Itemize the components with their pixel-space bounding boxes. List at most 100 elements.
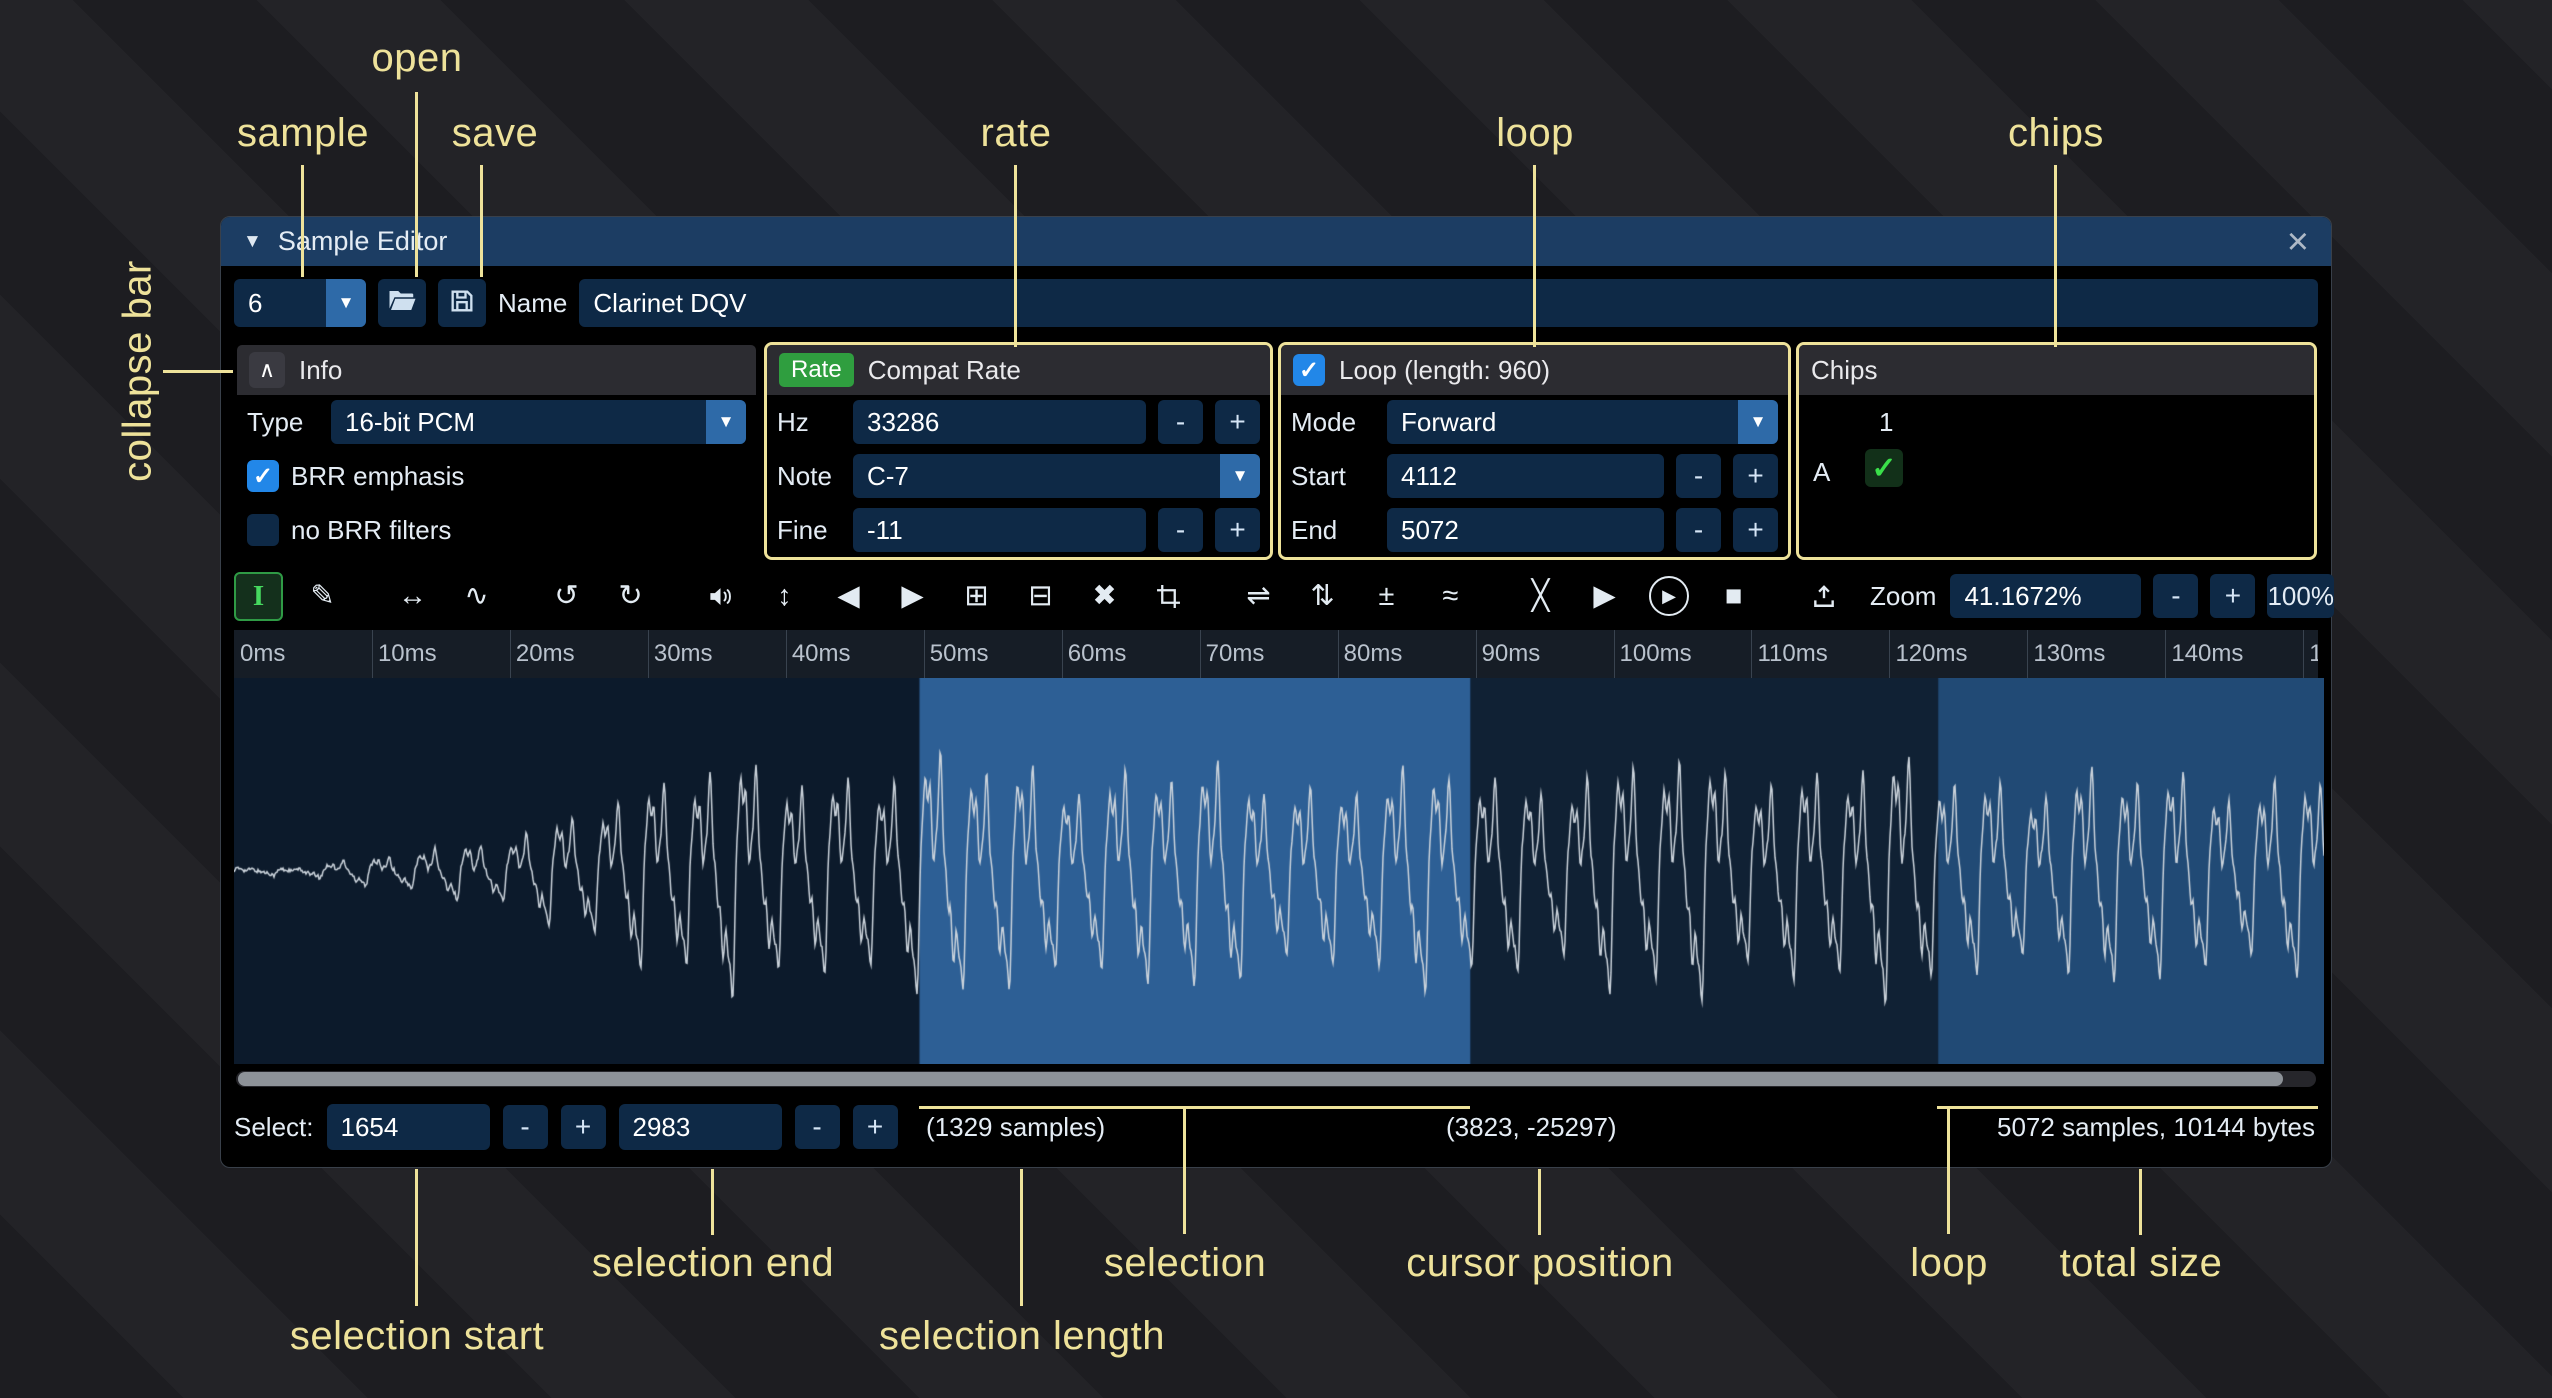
- redo-icon[interactable]: ↻: [606, 572, 655, 621]
- annotation-line: [480, 165, 483, 277]
- insert-silence-icon[interactable]: ⊞: [952, 572, 1001, 621]
- ruler-tick: 150: [2309, 640, 2318, 668]
- note-dropdown[interactable]: C-7 ▼: [853, 454, 1260, 498]
- resample-icon[interactable]: ∿: [452, 572, 501, 621]
- selection-length-text: (1329 samples): [926, 1112, 1105, 1143]
- normalize-icon[interactable]: ↕: [760, 572, 809, 621]
- waveform-scrollbar[interactable]: [236, 1071, 2316, 1087]
- collapse-bar-button[interactable]: ∧: [249, 352, 285, 388]
- selection-end-decrease-button[interactable]: -: [795, 1105, 840, 1149]
- waveform-display[interactable]: [234, 678, 2324, 1064]
- zoom-decrease-button[interactable]: -: [2153, 574, 2198, 618]
- close-icon[interactable]: ×: [2287, 223, 2309, 261]
- loop-end-decrease-button[interactable]: -: [1676, 508, 1721, 552]
- annotation-selection-end: selection end: [592, 1241, 834, 1286]
- waveform-area: [234, 678, 2318, 1064]
- save-button[interactable]: [438, 279, 486, 327]
- invert-icon[interactable]: ⇅: [1298, 572, 1347, 621]
- annotation-bracket: [919, 1106, 1470, 1109]
- loop-end-increase-button[interactable]: +: [1733, 508, 1778, 552]
- hz-increase-button[interactable]: +: [1215, 400, 1260, 444]
- crossfade-loop-points-icon[interactable]: ╳: [1516, 572, 1565, 621]
- zoom-input[interactable]: [1950, 574, 2141, 618]
- loop-end-input[interactable]: [1387, 508, 1664, 552]
- selection-end-increase-button[interactable]: +: [853, 1105, 898, 1149]
- selection-start-increase-button[interactable]: +: [561, 1105, 606, 1149]
- floppy-save-icon: [448, 287, 476, 320]
- ruler-tick: 20ms: [516, 640, 575, 668]
- brr-emphasis-checkbox[interactable]: ✓: [247, 460, 279, 492]
- signed-unsigned-icon[interactable]: ±: [1362, 572, 1411, 621]
- titlebar[interactable]: ▼ Sample Editor ×: [221, 217, 2331, 266]
- annotation-collapse-bar: collapse bar: [116, 260, 161, 482]
- ruler-tick: 10ms: [378, 640, 437, 668]
- loop-start-increase-button[interactable]: +: [1733, 454, 1778, 498]
- resize-icon[interactable]: ↔: [388, 572, 437, 621]
- annotation-sample: sample: [237, 111, 369, 156]
- sample-number-value: 6: [234, 288, 326, 319]
- ruler-tick: 140ms: [2171, 640, 2243, 668]
- open-button[interactable]: [378, 279, 426, 327]
- annotation-chips: chips: [2008, 111, 2104, 156]
- zoom-increase-button[interactable]: +: [2210, 574, 2255, 618]
- fade-in-icon[interactable]: ◀: [824, 572, 873, 621]
- ruler-tick: 40ms: [792, 640, 851, 668]
- info-header[interactable]: ∧ Info: [237, 345, 756, 395]
- annotation-line: [1014, 165, 1017, 347]
- window-collapse-icon[interactable]: ▼: [243, 231, 262, 253]
- sample-number-dropdown[interactable]: 6 ▼: [234, 279, 366, 327]
- loop-start-decrease-button[interactable]: -: [1676, 454, 1721, 498]
- delete-icon[interactable]: ✖: [1080, 572, 1129, 621]
- no-brr-filters-checkbox[interactable]: [247, 514, 279, 546]
- name-input[interactable]: [579, 279, 2318, 327]
- edit-mode-select-icon[interactable]: I: [234, 572, 283, 621]
- hz-decrease-button[interactable]: -: [1158, 400, 1203, 444]
- annotation-total-size: total size: [2060, 1241, 2223, 1286]
- zoom-reset-button[interactable]: 100%: [2267, 574, 2334, 618]
- selection-start-input[interactable]: [327, 1104, 490, 1150]
- panels-row: ∧ Info Type 16-bit PCM ▼ ✓ BRR emphasis: [221, 342, 2331, 560]
- reverse-icon[interactable]: ⇌: [1234, 572, 1283, 621]
- sample-editor-window: ▼ Sample Editor × 6 ▼ Name ∧ Info: [220, 216, 2332, 1168]
- trim-icon[interactable]: [1144, 572, 1193, 621]
- loop-mode-dropdown[interactable]: Forward ▼: [1387, 400, 1778, 444]
- annotation-line: [415, 1169, 418, 1306]
- selection-start-decrease-button[interactable]: -: [503, 1105, 548, 1149]
- apply-silence-icon[interactable]: ⊟: [1016, 572, 1065, 621]
- select-label: Select:: [234, 1112, 314, 1143]
- ruler-tick: 90ms: [1482, 640, 1541, 668]
- ruler-tick: 30ms: [654, 640, 713, 668]
- chip-enable-checkbox[interactable]: ✓: [1865, 449, 1903, 487]
- fine-input[interactable]: [853, 508, 1146, 552]
- preview-icon[interactable]: ▶: [1580, 572, 1629, 621]
- stop-preview-icon[interactable]: ■: [1709, 572, 1758, 621]
- cursor-position-text: (3823, -25297): [1446, 1112, 1617, 1143]
- create-wavetable-icon[interactable]: [1799, 572, 1848, 621]
- selection-end-input[interactable]: [619, 1104, 782, 1150]
- scrollbar-thumb[interactable]: [238, 1072, 2283, 1086]
- hz-input[interactable]: [853, 400, 1146, 444]
- edit-mode-draw-icon[interactable]: ✎: [298, 572, 347, 621]
- rate-title: Compat Rate: [868, 355, 1021, 386]
- rate-badge: Rate: [779, 353, 854, 387]
- loop-end-label: End: [1291, 515, 1375, 546]
- annotation-cursor-position: cursor position: [1406, 1241, 1674, 1286]
- annotation-loop: loop: [1496, 111, 1574, 156]
- annotation-line: [2054, 165, 2057, 347]
- amplify-icon[interactable]: [696, 572, 745, 621]
- ruler-tick: 100ms: [1620, 640, 1692, 668]
- undo-icon[interactable]: ↺: [542, 572, 591, 621]
- loop-checkbox[interactable]: ✓: [1293, 354, 1325, 386]
- loop-start-input[interactable]: [1387, 454, 1664, 498]
- fade-out-icon[interactable]: ▶: [888, 572, 937, 621]
- preview-loop-icon[interactable]: ▶: [1649, 576, 1689, 616]
- fine-increase-button[interactable]: +: [1215, 508, 1260, 552]
- chevron-down-icon: ▼: [706, 400, 746, 444]
- rate-panel: Rate Compat Rate Hz - + Note C-7 ▼: [764, 342, 1273, 560]
- apply-filter-icon[interactable]: ≈: [1426, 572, 1475, 621]
- folder-open-icon: [387, 286, 417, 321]
- fine-decrease-button[interactable]: -: [1158, 508, 1203, 552]
- loop-title: Loop (length: 960): [1339, 355, 1550, 386]
- annotation-line: [1020, 1169, 1023, 1306]
- type-dropdown[interactable]: 16-bit PCM ▼: [331, 400, 746, 444]
